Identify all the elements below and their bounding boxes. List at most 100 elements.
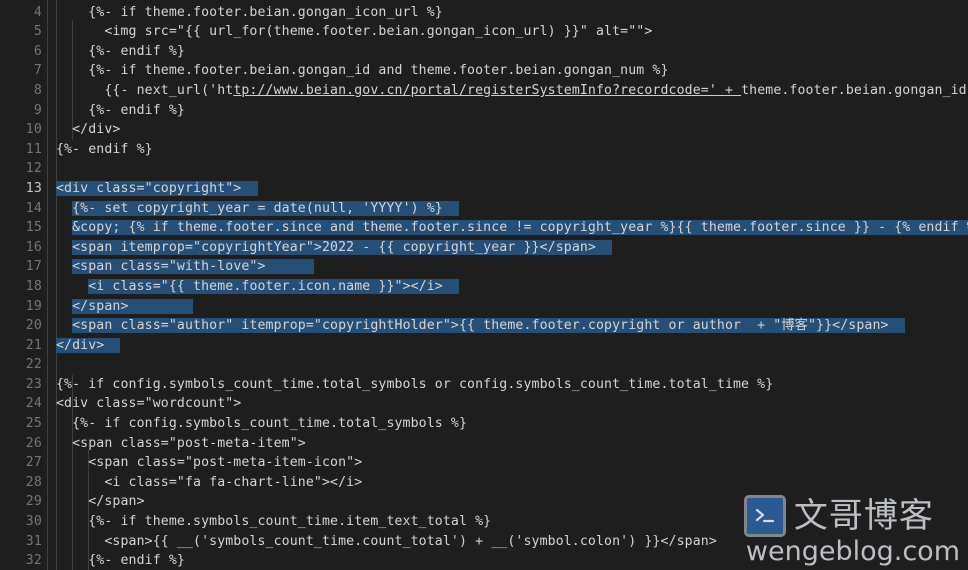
line-number: 26 bbox=[25, 435, 42, 451]
code-line[interactable]: 28 <i class="fa fa-chart-line"></i> bbox=[0, 473, 968, 493]
selected-text[interactable]: <div class="copyright"> bbox=[56, 180, 258, 196]
selected-text[interactable]: <span class="author" itemprop="copyright… bbox=[72, 318, 905, 334]
code-line[interactable]: 30 {%- if theme.symbols_count_time.item_… bbox=[0, 512, 968, 532]
editor-viewport[interactable]: 3 {{- next_url('https://beian.miit.gov.c… bbox=[0, 0, 968, 570]
code-line[interactable]: 7 {%- if theme.footer.beian.gongan_id an… bbox=[0, 61, 968, 81]
code-line-text[interactable]: {%- endif %} bbox=[56, 101, 968, 121]
line-number: 30 bbox=[25, 514, 42, 530]
code-text: <img src="{{ url_for(theme.footer.beian.… bbox=[56, 24, 653, 40]
code-line[interactable]: 18 <i class="{{ theme.footer.icon.name }… bbox=[0, 277, 968, 297]
code-line[interactable]: 23 {%- if config.symbols_count_time.total… bbox=[0, 375, 968, 395]
line-number: 29 bbox=[25, 494, 42, 510]
code-line[interactable]: 21 </div> bbox=[0, 336, 968, 356]
code-line-text[interactable]: <span class="with-love"> bbox=[56, 257, 968, 277]
line-number: 19 bbox=[25, 298, 42, 314]
code-line-text[interactable]: <span itemprop="copyrightYear">2022 - {{… bbox=[56, 238, 968, 258]
line-number: 31 bbox=[25, 533, 42, 549]
code-line[interactable]: 25 {%- if config.symbols_count_time.tota… bbox=[0, 414, 968, 434]
code-line-text[interactable]: &copy; {% if theme.footer.since and them… bbox=[56, 218, 968, 238]
code-line-text[interactable]: <span class="author" itemprop="copyright… bbox=[56, 316, 968, 336]
code-line-text[interactable]: <i class="{{ theme.footer.icon.name }}">… bbox=[56, 277, 968, 297]
code-lines-container[interactable]: 3 {{- next_url('https://beian.miit.gov.c… bbox=[0, 0, 968, 570]
code-line[interactable]: 5 <img src="{{ url_for(theme.footer.beia… bbox=[0, 22, 968, 42]
selected-text[interactable]: <span class="with-love"> bbox=[72, 259, 314, 275]
code-editor-window: 3 {{- next_url('https://beian.miit.gov.c… bbox=[0, 0, 968, 570]
selected-text[interactable]: <span itemprop="copyrightYear">2022 - {{… bbox=[72, 239, 613, 255]
selected-text[interactable]: {%- set copyright_year = date(null, 'YYY… bbox=[72, 200, 459, 216]
line-number: 5 bbox=[33, 24, 42, 40]
code-line[interactable]: 32 {%- endif %} bbox=[0, 551, 968, 570]
code-line[interactable]: 11 {%- endif %} bbox=[0, 140, 968, 160]
code-line[interactable]: 15 &copy; {% if theme.footer.since and t… bbox=[0, 218, 968, 238]
line-number: 23 bbox=[25, 376, 42, 392]
code-line-text[interactable]: {%- set copyright_year = date(null, 'YYY… bbox=[56, 199, 968, 219]
code-line-text[interactable]: </div> bbox=[56, 336, 968, 356]
code-line-text[interactable]: <img src="{{ url_for(theme.footer.beian.… bbox=[56, 22, 968, 42]
line-number: 11 bbox=[25, 141, 42, 157]
code-line-text[interactable]: <span>{{ __('symbols_count_time.count_to… bbox=[56, 532, 968, 552]
code-line[interactable]: 27 <span class="post-meta-item-icon"> bbox=[0, 453, 968, 473]
code-line-text[interactable]: {%- if theme.footer.beian.gongan_id and … bbox=[56, 61, 968, 81]
code-line[interactable]: 8 {{- next_url('http://www.beian.gov.cn/… bbox=[0, 81, 968, 101]
code-text: </span> bbox=[56, 494, 145, 510]
selected-text[interactable]: &copy; {% if theme.footer.since and them… bbox=[72, 220, 968, 236]
code-line[interactable]: 16 <span itemprop="copyrightYear">2022 -… bbox=[0, 238, 968, 258]
line-number: 24 bbox=[25, 396, 42, 412]
line-number: 16 bbox=[25, 239, 42, 255]
code-text: {%- if theme.symbols_count_time.item_tex… bbox=[56, 514, 492, 530]
code-line-text[interactable]: {%- endif %} bbox=[56, 140, 968, 160]
line-number: 18 bbox=[25, 278, 42, 294]
line-number: 6 bbox=[33, 43, 42, 59]
line-number: 10 bbox=[25, 122, 42, 138]
code-line-text[interactable]: {{- next_url('http://www.beian.gov.cn/po… bbox=[56, 81, 968, 101]
code-text: {%- if config.symbols_count_time.total_s… bbox=[56, 416, 468, 432]
selected-text[interactable]: </span> bbox=[72, 298, 194, 314]
code-text: theme.footer.beian.gongan_id, theme bbox=[741, 82, 968, 98]
line-number: 15 bbox=[25, 220, 42, 236]
code-line[interactable]: 13 <div class="copyright"> bbox=[0, 179, 968, 199]
code-line[interactable]: 17 <span class="with-love"> bbox=[0, 257, 968, 277]
code-line[interactable]: 29 </span> bbox=[0, 492, 968, 512]
line-number: 22 bbox=[25, 357, 42, 373]
line-number: 32 bbox=[25, 553, 42, 569]
code-line-text[interactable]: </span> bbox=[56, 492, 968, 512]
code-line-text[interactable]: {%- endif %} bbox=[56, 551, 968, 570]
code-line-text[interactable]: {%- if config.symbols_count_time.total_s… bbox=[56, 414, 968, 434]
code-line[interactable]: 10 </div> bbox=[0, 120, 968, 140]
code-line-text[interactable]: <div class="wordcount"> bbox=[56, 394, 968, 414]
code-line[interactable]: 20 <span class="author" itemprop="copyri… bbox=[0, 316, 968, 336]
selected-text[interactable]: </div> bbox=[56, 337, 121, 353]
code-line-text[interactable]: <span class="post-meta-item"> bbox=[56, 434, 968, 454]
line-number: 28 bbox=[25, 474, 42, 490]
code-text: {%- endif %} bbox=[56, 141, 153, 157]
code-line[interactable]: 19 </span> bbox=[0, 297, 968, 317]
line-number: 12 bbox=[25, 161, 42, 177]
line-number: 21 bbox=[25, 337, 42, 353]
code-line-text[interactable]: {%- if theme.footer.beian.gongan_icon_ur… bbox=[56, 3, 968, 23]
code-line-text[interactable]: </span> bbox=[56, 297, 968, 317]
code-line-text[interactable]: </div> bbox=[56, 120, 968, 140]
code-line[interactable]: 4 {%- if theme.footer.beian.gongan_icon_… bbox=[0, 3, 968, 23]
code-line[interactable]: 26 <span class="post-meta-item"> bbox=[0, 434, 968, 454]
code-line-text[interactable]: <div class="copyright"> bbox=[56, 179, 968, 199]
code-line[interactable]: 12 bbox=[0, 159, 968, 179]
code-line-text[interactable]: {%- endif %} bbox=[56, 42, 968, 62]
selected-text[interactable]: <i class="{{ theme.footer.icon.name }}">… bbox=[88, 278, 459, 294]
line-number: 17 bbox=[25, 259, 42, 275]
link-text[interactable]: tp://www.beian.gov.cn/portal/registerSys… bbox=[233, 83, 741, 98]
code-line[interactable]: 6 {%- endif %} bbox=[0, 42, 968, 62]
code-line[interactable]: 31 <span>{{ __('symbols_count_time.count… bbox=[0, 532, 968, 552]
code-line[interactable]: 24 <div class="wordcount"> bbox=[0, 394, 968, 414]
code-line-text[interactable]: {%- if config.symbols_count_time.total_s… bbox=[56, 375, 968, 395]
code-line[interactable]: 22 bbox=[0, 355, 968, 375]
code-line[interactable]: 14 {%- set copyright_year = date(null, '… bbox=[0, 199, 968, 219]
code-line[interactable]: 9 {%- endif %} bbox=[0, 101, 968, 121]
code-line-text[interactable]: {%- if theme.symbols_count_time.item_tex… bbox=[56, 512, 968, 532]
code-text: {%- if config.symbols_count_time.total_s… bbox=[56, 376, 774, 392]
code-line-text[interactable]: <i class="fa fa-chart-line"></i> bbox=[56, 473, 968, 493]
line-number: 7 bbox=[33, 63, 42, 79]
code-line-text[interactable]: <span class="post-meta-item-icon"> bbox=[56, 453, 968, 473]
